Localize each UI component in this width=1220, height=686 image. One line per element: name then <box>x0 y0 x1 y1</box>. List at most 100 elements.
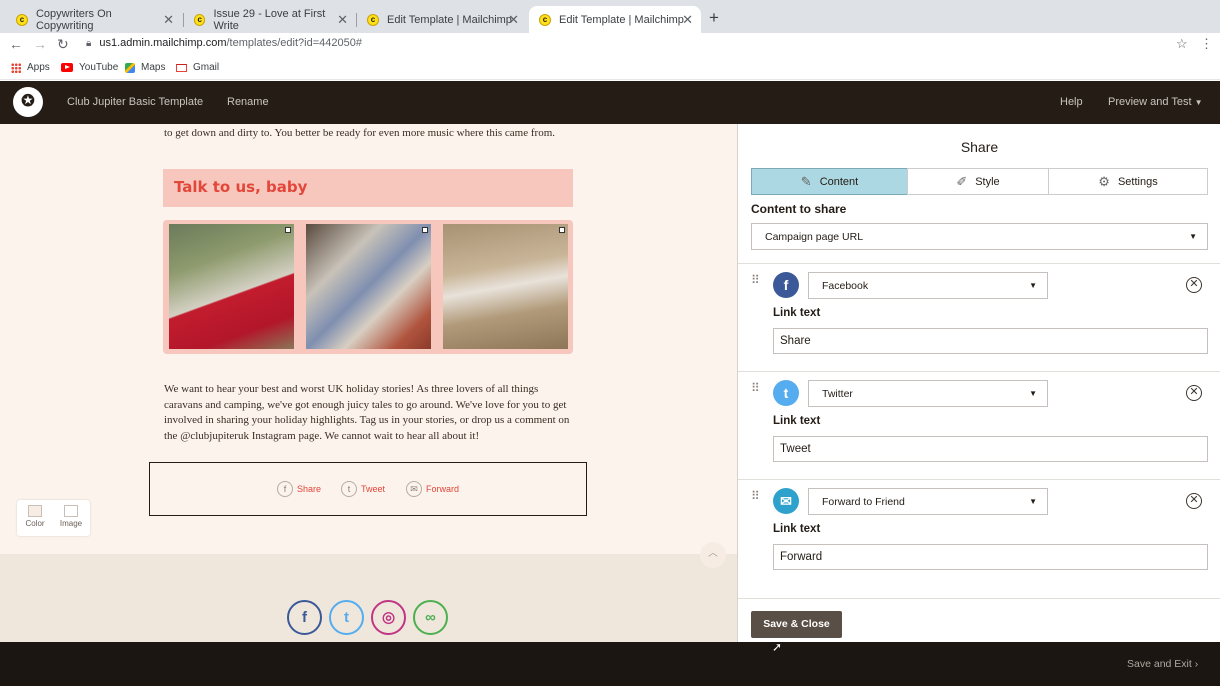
twitter-follow-icon[interactable]: t <box>329 600 364 635</box>
close-tab-icon[interactable]: ✕ <box>163 12 174 28</box>
facebook-icon: f <box>277 481 293 497</box>
bookmark-label: Gmail <box>193 62 220 73</box>
network-select[interactable]: Twitter ▼ <box>808 380 1048 407</box>
forward-icon[interactable]: → <box>33 36 47 52</box>
share-item-twitter[interactable]: t Tweet <box>341 481 385 497</box>
share-item-label: Tweet <box>361 484 386 494</box>
link-follow-icon[interactable]: ∞ <box>413 600 448 635</box>
link-text-label: Link text <box>773 307 821 319</box>
tab-title: Issue 29 - Love at First Write <box>213 7 326 32</box>
browser-menu-icon[interactable]: ⋮ <box>1200 36 1213 52</box>
browser-tab[interactable]: c Copywriters On Copywriting ✕ <box>6 6 182 33</box>
photo-girl-fishing[interactable] <box>169 224 294 349</box>
section-title: Talk to us, baby <box>174 178 308 196</box>
network-select[interactable]: Forward to Friend ▼ <box>808 488 1048 515</box>
color-tool[interactable]: Color <box>17 505 53 528</box>
new-tab-icon[interactable]: + <box>709 8 719 28</box>
envelope-icon: ✉ <box>406 481 422 497</box>
browser-tab[interactable]: c Edit Template | Mailchimp ✕ <box>357 6 527 33</box>
back-icon[interactable]: ← <box>9 36 23 52</box>
link-text-input[interactable]: Share <box>773 328 1208 354</box>
drag-handle-icon[interactable]: ⠿ <box>751 274 761 286</box>
link-text-input[interactable]: Tweet <box>773 436 1208 462</box>
instagram-follow-icon[interactable]: ◎ <box>371 600 406 635</box>
mouse-cursor-icon: ➚ <box>772 640 783 654</box>
save-and-exit-button[interactable]: Save and Exit › <box>1127 658 1198 670</box>
bookmark-maps[interactable]: Maps <box>125 62 165 73</box>
browser-tab-active[interactable]: c Edit Template | Mailchimp ✕ <box>529 6 701 33</box>
brush-icon: ✐ <box>956 173 968 189</box>
share-item-forward[interactable]: ✉ Forward <box>406 481 459 497</box>
editor-bottom-bar: Save and Exit › <box>0 642 1220 686</box>
envelope-icon: ✉ <box>773 488 799 514</box>
image-group-block[interactable] <box>163 220 573 354</box>
chevron-down-icon: ▼ <box>1029 281 1037 290</box>
link-text-label: Link text <box>773 415 821 427</box>
bookmark-label: Maps <box>141 62 166 73</box>
save-and-close-button[interactable]: Save & Close <box>751 611 842 638</box>
share-item-facebook[interactable]: f Share <box>277 481 321 497</box>
tool-label: Image <box>59 519 83 528</box>
bookmark-gmail[interactable]: Gmail <box>176 62 219 73</box>
bookmark-youtube[interactable]: YouTube <box>61 62 118 73</box>
intro-paragraph[interactable]: to get down and dirty to. You better be … <box>164 127 584 139</box>
photo-girl-on-sand[interactable] <box>443 224 568 349</box>
url-path: /templates/edit?id=442050# <box>226 37 362 49</box>
select-value: Facebook <box>822 279 869 292</box>
close-tab-icon[interactable]: ✕ <box>508 12 519 28</box>
tab-settings[interactable]: ⚙ Settings <box>1048 168 1208 195</box>
pencil-icon: ✎ <box>800 173 812 189</box>
maps-icon <box>125 62 135 73</box>
background-tools: Color Image <box>17 500 90 536</box>
close-tab-icon[interactable]: ✕ <box>682 12 693 28</box>
bookmark-apps[interactable]: Apps <box>11 62 50 73</box>
reload-icon[interactable]: ↻ <box>57 36 69 53</box>
remove-icon[interactable]: ✕ <box>1186 385 1202 401</box>
mailchimp-logo-icon[interactable]: ✪ <box>13 87 43 117</box>
rename-link[interactable]: Rename <box>227 96 269 108</box>
chevron-down-icon: ▼ <box>1189 232 1197 241</box>
email-canvas: to get down and dirty to. You better be … <box>0 124 737 642</box>
select-value: Campaign page URL <box>765 230 864 243</box>
share-item-label: Forward <box>426 484 460 494</box>
photo-handle-icon <box>285 227 291 233</box>
browser-tab[interactable]: c Issue 29 - Love at First Write ✕ <box>184 6 356 33</box>
lock-icon: 🔒︎ <box>86 38 92 49</box>
drag-handle-icon[interactable]: ⠿ <box>751 382 761 394</box>
browser-toolbar: ← → ↻ 🔒︎ us1.admin.mailchimp.com/template… <box>0 33 1220 57</box>
preview-label: Preview and Test <box>1108 96 1192 108</box>
link-text-input[interactable]: Forward <box>773 544 1208 570</box>
email-footer[interactable]: f t ◎ ∞ <box>0 554 737 642</box>
help-link[interactable]: Help <box>1060 96 1083 108</box>
preview-and-test-menu[interactable]: Preview and Test ▼ <box>1108 96 1203 108</box>
panel-title: Share <box>960 139 999 155</box>
select-value: Twitter <box>822 387 853 400</box>
template-name: Club Jupiter Basic Template <box>67 96 204 108</box>
facebook-follow-icon[interactable]: f <box>287 600 322 635</box>
select-value: Forward to Friend <box>822 495 905 508</box>
address-bar[interactable]: 🔒︎ us1.admin.mailchimp.com/templates/edit… <box>86 37 362 49</box>
bookmark-star-icon[interactable]: ☆ <box>1176 36 1188 52</box>
image-tool[interactable]: Image <box>53 505 89 528</box>
tool-label: Color <box>25 519 45 528</box>
link-text-label: Link text <box>773 523 821 535</box>
bookmark-label: YouTube <box>79 62 119 73</box>
body-paragraph[interactable]: We want to hear your best and worst UK h… <box>164 382 576 444</box>
tab-style[interactable]: ✐ Style <box>907 168 1049 195</box>
heading-block[interactable]: Talk to us, baby <box>163 169 573 207</box>
tab-title: Edit Template | Mailchimp <box>387 13 512 26</box>
tab-label: Style <box>975 175 1000 188</box>
scroll-up-icon[interactable]: ︿ <box>700 542 726 568</box>
share-block-selected[interactable]: f Share t Tweet ✉ Forward <box>149 462 587 516</box>
remove-icon[interactable]: ✕ <box>1186 277 1202 293</box>
tab-content[interactable]: ✎ Content <box>751 168 908 195</box>
drag-handle-icon[interactable]: ⠿ <box>751 490 761 502</box>
close-tab-icon[interactable]: ✕ <box>337 12 348 28</box>
network-select[interactable]: Facebook ▼ <box>808 272 1048 299</box>
photo-handle-icon <box>559 227 565 233</box>
remove-icon[interactable]: ✕ <box>1186 493 1202 509</box>
photo-child-in-caravan[interactable] <box>306 224 431 349</box>
bookmark-label: Apps <box>27 62 50 73</box>
content-to-share-select[interactable]: Campaign page URL ▼ <box>751 223 1208 250</box>
tab-label: Settings <box>1117 175 1158 188</box>
